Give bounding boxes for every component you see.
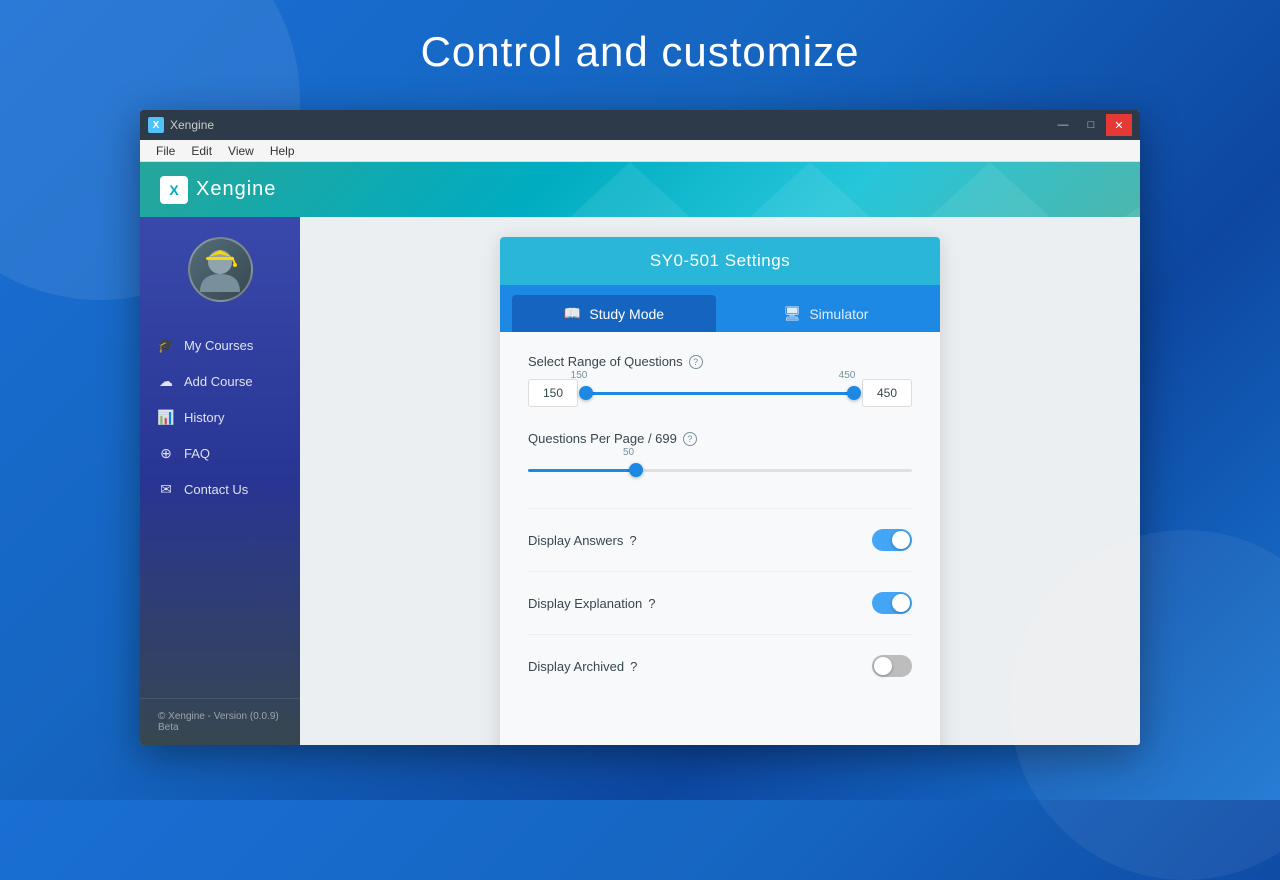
- range-track: 150 450: [586, 392, 854, 395]
- range-label-max: 450: [839, 370, 856, 381]
- maximize-button[interactable]: □: [1078, 114, 1104, 136]
- toggle-knob: [892, 594, 910, 612]
- per-page-track: 50: [528, 469, 912, 472]
- range-questions-row: Select Range of Questions ? 150: [528, 354, 912, 407]
- courses-icon: 🎓: [158, 337, 174, 353]
- settings-actions: CLOSE START: [500, 739, 940, 745]
- range-slider[interactable]: 150 450: [586, 379, 854, 407]
- sidebar-item-label: FAQ: [184, 446, 210, 461]
- titlebar: X Xengine — □ ✕: [140, 110, 1140, 140]
- app-logo: X Xengine: [160, 176, 276, 204]
- toggle-knob: [892, 531, 910, 549]
- logo-icon: X: [160, 176, 188, 204]
- simulator-icon: 🖥: [784, 305, 802, 322]
- range-questions-controls: 150 450: [528, 379, 912, 407]
- toggle-knob: [874, 657, 892, 675]
- display-archived-row: Display Archived ?: [528, 655, 912, 697]
- settings-divider: [528, 508, 912, 509]
- app-content: 🎓 My Courses ☁ Add Course 📊 History ⊕ FA…: [140, 217, 1140, 745]
- display-explanation-label: Display Explanation ?: [528, 596, 655, 611]
- sidebar-item-label: History: [184, 410, 224, 425]
- window-close-button[interactable]: ✕: [1106, 114, 1132, 136]
- per-page-slider[interactable]: 50: [528, 456, 912, 484]
- menu-view[interactable]: View: [220, 140, 262, 161]
- sidebar-item-label: My Courses: [184, 338, 253, 353]
- per-page-label: 50: [623, 447, 634, 458]
- display-archived-label: Display Archived ?: [528, 659, 637, 674]
- display-explanation-toggle[interactable]: [872, 592, 912, 614]
- user-avatar-area: [140, 217, 300, 317]
- minimize-button[interactable]: —: [1050, 114, 1076, 136]
- settings-body: Select Range of Questions ? 150: [500, 332, 940, 739]
- settings-dialog: SY0-501 Settings 📖 Study Mode 🖥 Simulato…: [500, 237, 940, 745]
- settings-tabs: 📖 Study Mode 🖥 Simulator: [500, 285, 940, 332]
- display-explanation-help-icon[interactable]: ?: [648, 596, 655, 611]
- logo-text: Xengine: [196, 178, 276, 201]
- menubar: File Edit View Help: [140, 140, 1140, 162]
- tab-simulator[interactable]: 🖥 Simulator: [724, 295, 928, 332]
- sidebar: 🎓 My Courses ☁ Add Course 📊 History ⊕ FA…: [140, 217, 300, 745]
- sidebar-footer: © Xengine - Version (0.0.9) Beta: [140, 698, 300, 745]
- menu-file[interactable]: File: [148, 140, 183, 161]
- menu-edit[interactable]: Edit: [183, 140, 220, 161]
- sidebar-item-faq[interactable]: ⊕ FAQ: [140, 435, 300, 471]
- contact-icon: ✉: [158, 481, 174, 497]
- header-banner: X Xengine: [140, 162, 1140, 217]
- range-label-min: 150: [571, 370, 588, 381]
- sidebar-item-add-course[interactable]: ☁ Add Course: [140, 363, 300, 399]
- display-answers-label: Display Answers ?: [528, 533, 637, 548]
- per-page-thumb[interactable]: 50: [629, 463, 643, 477]
- avatar-icon: [195, 242, 245, 297]
- display-answers-help-icon[interactable]: ?: [629, 533, 636, 548]
- display-answers-row: Display Answers ?: [528, 529, 912, 572]
- app-icon: X: [148, 117, 164, 133]
- range-fill: [586, 392, 854, 395]
- range-thumb-max[interactable]: 450: [847, 386, 861, 400]
- range-min-input[interactable]: [528, 379, 578, 407]
- window-controls: — □ ✕: [1050, 114, 1132, 136]
- page-title: Control and customize: [0, 0, 1280, 94]
- sidebar-item-contact-us[interactable]: ✉ Contact Us: [140, 471, 300, 507]
- sidebar-nav: 🎓 My Courses ☁ Add Course 📊 History ⊕ FA…: [140, 317, 300, 698]
- range-questions-help-icon[interactable]: ?: [689, 355, 703, 369]
- display-explanation-row: Display Explanation ?: [528, 592, 912, 635]
- history-icon: 📊: [158, 409, 174, 425]
- add-course-icon: ☁: [158, 373, 174, 389]
- study-mode-icon: 📖: [564, 305, 581, 322]
- questions-per-page-help-icon[interactable]: ?: [683, 432, 697, 446]
- main-inner: SY0-501 Settings 📖 Study Mode 🖥 Simulato…: [300, 217, 1140, 745]
- per-page-fill: [528, 469, 636, 472]
- questions-per-page-row: Questions Per Page / 699 ? 50: [528, 431, 912, 484]
- avatar: [188, 237, 253, 302]
- display-archived-help-icon[interactable]: ?: [630, 659, 637, 674]
- sidebar-item-label: Contact Us: [184, 482, 248, 497]
- tab-study-mode-label: Study Mode: [589, 306, 664, 322]
- sidebar-item-history[interactable]: 📊 History: [140, 399, 300, 435]
- app-window: X Xengine — □ ✕ File Edit View Help X Xe…: [140, 110, 1140, 745]
- titlebar-title: Xengine: [170, 118, 1050, 132]
- tab-study-mode[interactable]: 📖 Study Mode: [512, 295, 716, 332]
- sidebar-item-label: Add Course: [184, 374, 253, 389]
- main-content: SY0-501 Settings 📖 Study Mode 🖥 Simulato…: [300, 217, 1140, 745]
- menu-help[interactable]: Help: [262, 140, 303, 161]
- range-max-input[interactable]: [862, 379, 912, 407]
- settings-title: SY0-501 Settings: [500, 237, 940, 285]
- range-questions-label: Select Range of Questions ?: [528, 354, 912, 369]
- faq-icon: ⊕: [158, 445, 174, 461]
- range-thumb-min[interactable]: 150: [579, 386, 593, 400]
- sidebar-item-my-courses[interactable]: 🎓 My Courses: [140, 327, 300, 363]
- questions-per-page-label: Questions Per Page / 699 ?: [528, 431, 912, 446]
- tab-simulator-label: Simulator: [809, 306, 868, 322]
- display-archived-toggle[interactable]: [872, 655, 912, 677]
- display-answers-toggle[interactable]: [872, 529, 912, 551]
